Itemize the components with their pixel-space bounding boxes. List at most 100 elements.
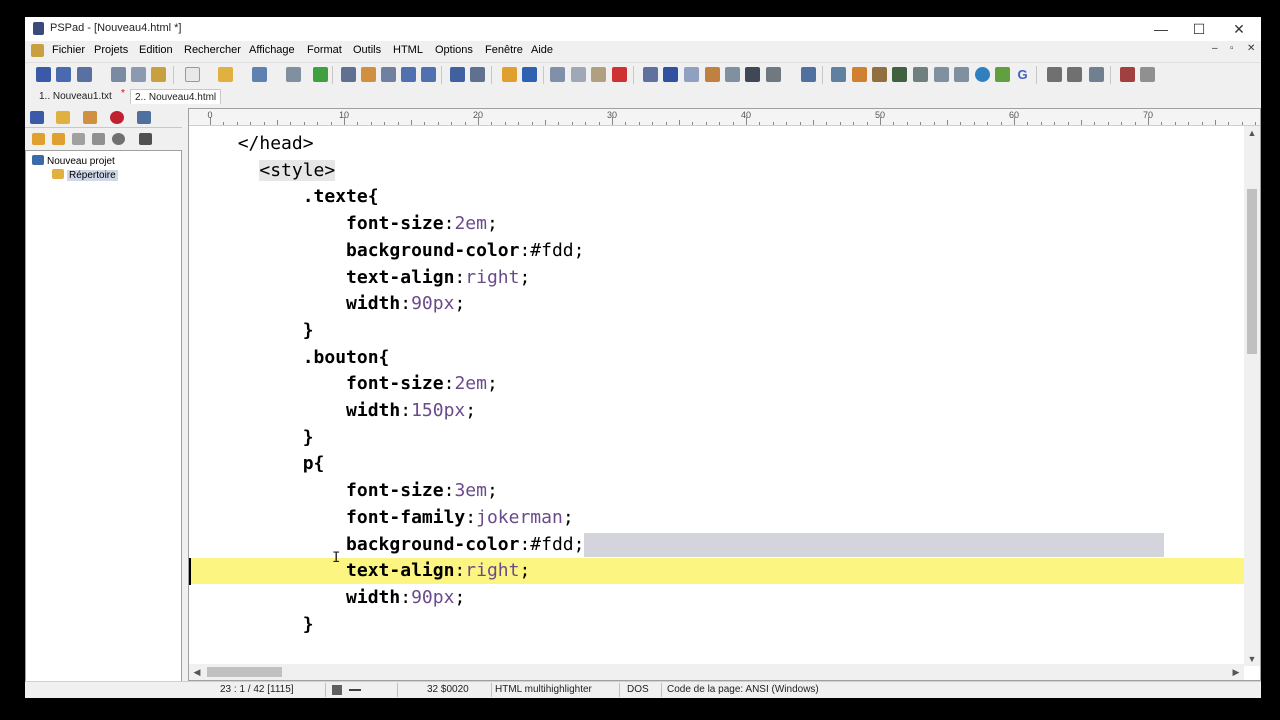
print-icon[interactable] (470, 67, 485, 82)
menu-edition[interactable]: Edition (139, 44, 173, 56)
add-file-icon[interactable] (72, 133, 85, 145)
project-settings-icon[interactable] (131, 67, 146, 82)
columns-icon[interactable] (725, 67, 740, 82)
circle-icon[interactable] (112, 133, 125, 145)
tools-icon[interactable] (705, 67, 720, 82)
maximize-button[interactable]: ☐ (1179, 17, 1219, 41)
print-preview-icon[interactable] (450, 67, 465, 82)
clips-tab-icon[interactable] (83, 111, 97, 124)
goto-icon[interactable] (401, 67, 416, 82)
gear-icon[interactable] (151, 67, 166, 82)
code-line[interactable]: .texte{ (189, 184, 1244, 210)
entity-icon[interactable] (954, 67, 969, 82)
play-macro-icon[interactable] (1140, 67, 1155, 82)
menu-options[interactable]: Options (435, 44, 473, 56)
open-project-icon[interactable] (56, 67, 71, 82)
fold-icon[interactable] (801, 67, 816, 82)
close-button[interactable]: ✕ (1219, 17, 1259, 41)
cut-icon[interactable] (550, 67, 565, 82)
tree-icon[interactable] (313, 67, 328, 82)
lock-icon[interactable] (745, 67, 760, 82)
highlighter-mode[interactable]: HTML multihighlighter (495, 684, 592, 695)
menu-fenetre[interactable]: Fenêtre (485, 44, 523, 56)
favorites-heart-icon[interactable] (110, 111, 124, 124)
scroll-right-arrow[interactable]: ▶ (1228, 664, 1244, 680)
open-file-icon[interactable] (218, 67, 233, 82)
new-folder-icon[interactable] (32, 133, 45, 145)
minimize-button[interactable]: — (1141, 17, 1181, 41)
validate-icon[interactable] (995, 67, 1010, 82)
calendar-tab-icon[interactable] (137, 111, 151, 124)
code-line[interactable]: background-color:#fdd; (189, 532, 1244, 558)
code-line[interactable]: } (189, 425, 1244, 451)
tab-nouveau1[interactable]: 1.. Nouveau1.txt (35, 89, 116, 104)
mdi-close-button[interactable]: ✕ (1247, 43, 1255, 54)
code-line[interactable]: } (189, 612, 1244, 638)
scissors-icon[interactable] (139, 133, 152, 145)
code-line[interactable]: } (189, 318, 1244, 344)
line-endings[interactable]: DOS (627, 684, 649, 695)
save-project-icon[interactable] (77, 67, 92, 82)
add-folder-icon[interactable] (52, 133, 65, 145)
code-line[interactable]: </head> (189, 131, 1244, 157)
record-macro-icon[interactable] (1120, 67, 1135, 82)
find-files-icon[interactable] (381, 67, 396, 82)
copy-icon[interactable] (571, 67, 586, 82)
google-icon[interactable]: G (1015, 67, 1030, 82)
codepage[interactable]: Code de la page: ANSI (Windows) (667, 684, 819, 695)
table-icon[interactable] (872, 67, 887, 82)
line-numbers-icon[interactable] (663, 67, 678, 82)
black-square-icon[interactable] (1047, 67, 1062, 82)
tree-node-folder[interactable]: Répertoire (52, 169, 118, 181)
paste-icon[interactable] (591, 67, 606, 82)
scroll-left-arrow[interactable]: ◀ (189, 664, 205, 680)
search-icon[interactable] (341, 67, 356, 82)
new-file-icon[interactable] (185, 67, 200, 82)
tab-nouveau4[interactable]: 2.. Nouveau4.html (130, 89, 222, 104)
tag-icon[interactable] (934, 67, 949, 82)
folder-tab-icon[interactable] (56, 111, 70, 124)
code-line[interactable]: .bouton{ (189, 345, 1244, 371)
menu-rechercher[interactable]: Rechercher (184, 44, 241, 56)
scroll-up-arrow[interactable]: ▲ (1244, 126, 1260, 140)
compare-icon[interactable] (421, 67, 436, 82)
scroll-down-arrow[interactable]: ▼ (1244, 652, 1260, 666)
menu-affichage[interactable]: Affichage (249, 44, 295, 56)
code-line[interactable]: font-size:3em; (189, 478, 1244, 504)
menu-projets[interactable]: Projets (94, 44, 128, 56)
menu-fichier[interactable]: Fichier (52, 44, 85, 56)
code-line[interactable]: width:150px; (189, 398, 1244, 424)
vertical-scroll-thumb[interactable] (1247, 189, 1257, 354)
menu-html[interactable]: HTML (393, 44, 423, 56)
code-area[interactable]: </head> <style> .texte{ font-size:2em; b… (189, 126, 1244, 666)
save-file-icon[interactable] (252, 67, 267, 82)
redo-icon[interactable] (522, 67, 537, 82)
horizontal-scroll-thumb[interactable] (207, 667, 282, 677)
current-code-line[interactable]: text-align:right; (189, 558, 1244, 585)
grid-icon[interactable] (892, 67, 907, 82)
code-editor[interactable]: 0 10 20 30 40 50 60 70 </head> <style> .texte{ … (188, 108, 1261, 681)
word-wrap-icon[interactable] (643, 67, 658, 82)
code-line[interactable]: p{ (189, 451, 1244, 477)
menu-format[interactable]: Format (307, 44, 342, 56)
code-line[interactable]: font-size:2em; (189, 211, 1244, 237)
save-all-icon[interactable] (286, 67, 301, 82)
vertical-scrollbar[interactable]: ▲ ▼ (1244, 126, 1260, 666)
page-icon[interactable] (1067, 67, 1082, 82)
package-icon[interactable] (852, 67, 867, 82)
menu-outils[interactable]: Outils (353, 44, 381, 56)
code-line[interactable]: text-align:right; (189, 265, 1244, 291)
globe-icon[interactable] (975, 67, 990, 82)
mdi-restore-button[interactable]: ▫ (1230, 43, 1234, 54)
list-icon[interactable] (913, 67, 928, 82)
new-project-icon[interactable] (36, 67, 51, 82)
code-line[interactable]: background-color:#fdd; (189, 238, 1244, 264)
undo-icon[interactable] (502, 67, 517, 82)
html-preview-icon[interactable] (831, 67, 846, 82)
remove-file-icon[interactable] (92, 133, 105, 145)
code-line[interactable]: width:90px; (189, 585, 1244, 611)
menu-aide[interactable]: Aide (531, 44, 553, 56)
tree-node-project[interactable]: Nouveau projet (32, 155, 115, 167)
window-icon[interactable] (1089, 67, 1104, 82)
code-line[interactable]: width:90px; (189, 291, 1244, 317)
